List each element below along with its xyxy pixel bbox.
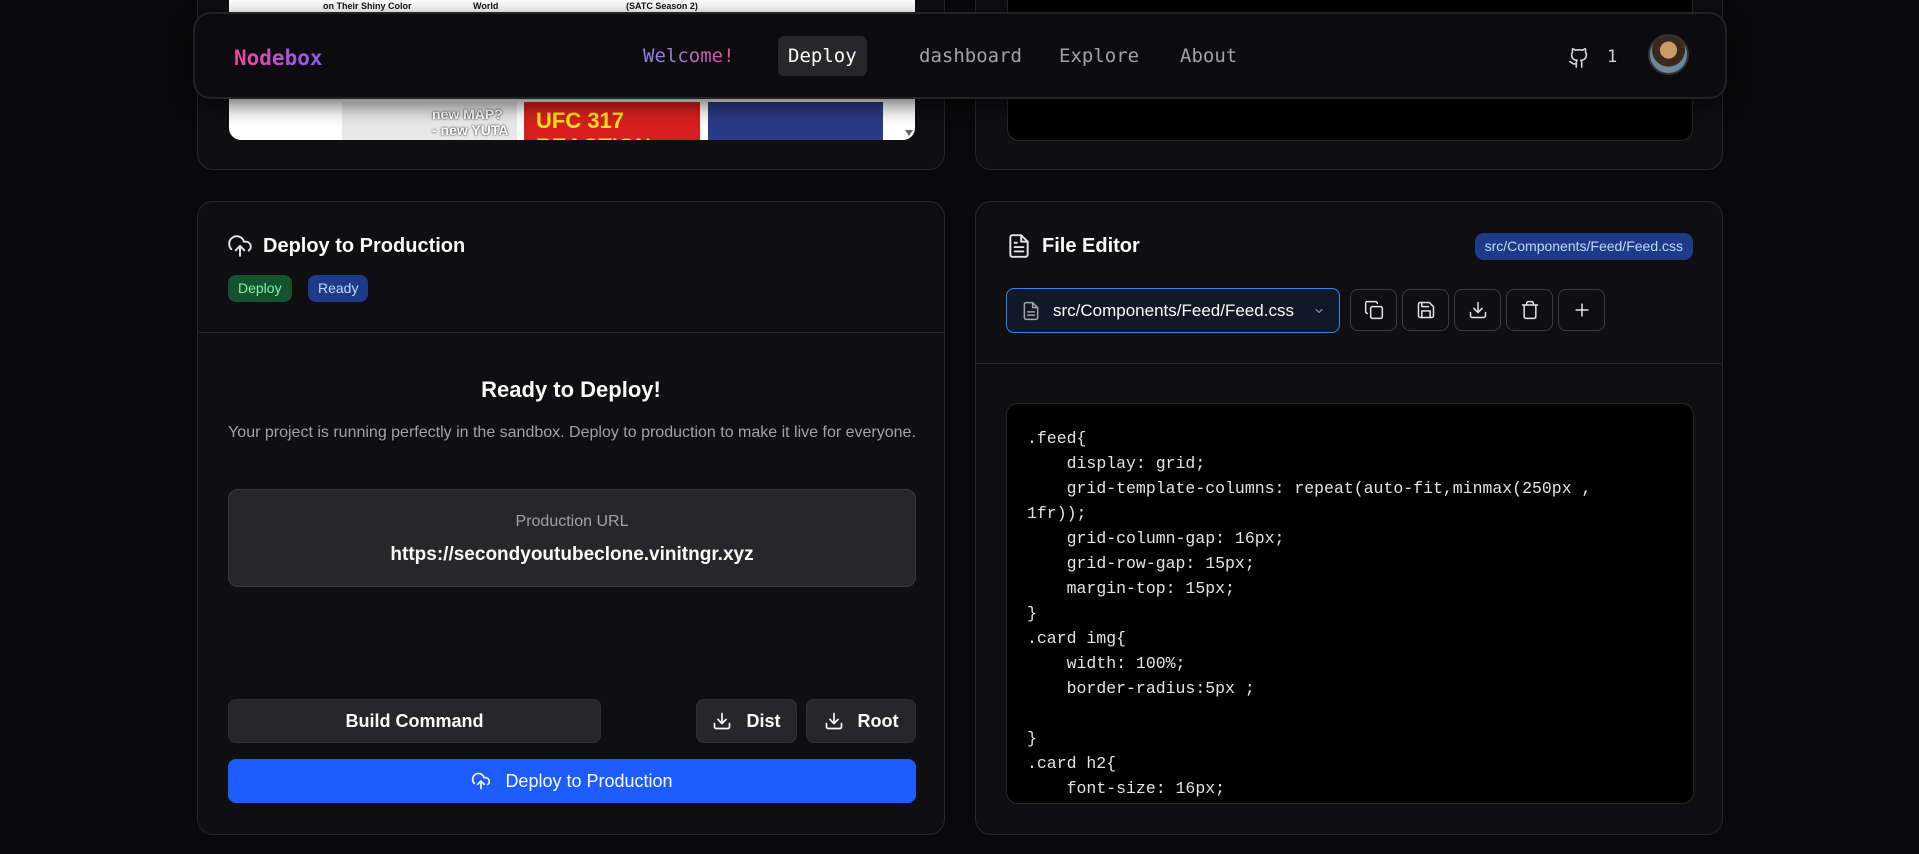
download-root-button[interactable]: Root: [806, 699, 916, 743]
file-text-icon: [1009, 234, 1029, 258]
preview-caption: (SATC Season 2): [626, 1, 698, 11]
save-icon: [1417, 301, 1434, 319]
brand-logo[interactable]: Nodebox: [234, 46, 323, 70]
download-file-button[interactable]: [1454, 289, 1501, 331]
nav-dashboard[interactable]: dashboard: [909, 36, 1032, 76]
file-path-badge: src/Components/Feed/Feed.css: [1474, 233, 1693, 260]
ready-description: Your project is running perfectly in the…: [228, 424, 916, 441]
thumbnail-text: UFC 317 REACTION: [536, 108, 651, 140]
cloud-upload-icon: [228, 235, 252, 257]
user-avatar[interactable]: [1648, 34, 1689, 75]
preview-caption: on Their Shiny Color: [323, 1, 412, 11]
copy-icon: [1364, 300, 1383, 320]
divider: [198, 332, 944, 333]
github-icon[interactable]: [1568, 47, 1590, 69]
file-select-dropdown[interactable]: src/Components/Feed/Feed.css: [1006, 288, 1340, 333]
nav-explore[interactable]: Explore: [1049, 36, 1149, 76]
status-badge: Deploy: [228, 275, 292, 302]
save-button[interactable]: [1402, 289, 1449, 331]
copy-button[interactable]: [1350, 289, 1397, 331]
nav-deploy[interactable]: Deploy: [778, 36, 867, 76]
scroll-down-arrow[interactable]: [905, 130, 913, 136]
video-thumbnail[interactable]: UFC 317 REACTION: [524, 102, 700, 140]
selected-file-label: src/Components/Feed/Feed.css: [1053, 300, 1294, 320]
video-thumbnail[interactable]: new MAP? - new YUTA: [342, 102, 517, 140]
deploy-card: Deploy to Production Deploy Ready Ready …: [197, 201, 945, 835]
code-editor[interactable]: .feed{ display: grid; grid-template-colu…: [1006, 403, 1694, 804]
plus-icon: [1574, 303, 1589, 317]
github-star-count: 1: [1607, 47, 1618, 67]
production-url-box: Production URL https://secondyoutubeclon…: [228, 489, 916, 587]
url-label: Production URL: [515, 513, 629, 530]
file-icon: [1023, 301, 1039, 320]
ready-heading: Ready to Deploy!: [481, 377, 661, 402]
root-label: Root: [857, 710, 899, 731]
nav-welcome[interactable]: Welcome!: [633, 36, 745, 76]
code-content: .feed{ display: grid; grid-template-colu…: [1027, 429, 1592, 798]
card-title: File Editor: [1042, 235, 1140, 257]
preview-caption: World: [473, 1, 499, 11]
file-editor-card: File Editor src/Components/Feed/Feed.css…: [975, 201, 1723, 835]
chevron-down-icon: [1315, 308, 1323, 313]
new-file-button[interactable]: [1558, 289, 1605, 331]
dist-label: Dist: [746, 710, 781, 731]
cloud-upload-icon: [472, 772, 491, 790]
download-icon: [714, 712, 731, 730]
deploy-label: Deploy to Production: [505, 770, 673, 791]
video-thumbnail[interactable]: [708, 102, 883, 140]
card-title: Deploy to Production: [263, 235, 466, 257]
download-icon: [825, 712, 842, 730]
deploy-to-production-button[interactable]: Deploy to Production: [228, 759, 916, 803]
divider: [976, 363, 1722, 364]
top-navbar: Nodebox Welcome! Deploy dashboard Explor…: [193, 12, 1727, 99]
nav-about[interactable]: About: [1170, 36, 1247, 76]
download-icon: [1469, 301, 1486, 319]
trash-icon: [1521, 300, 1538, 320]
delete-file-button[interactable]: [1506, 289, 1553, 331]
thumbnail-text: new MAP? - new YUTA: [432, 106, 509, 138]
build-command-label: Build Command: [345, 710, 484, 731]
status-badge: Ready: [308, 275, 369, 302]
production-url-link[interactable]: https://secondyoutubeclone.vinitngr.xyz: [229, 544, 915, 566]
download-dist-button[interactable]: Dist: [696, 699, 797, 743]
build-command-button[interactable]: Build Command: [228, 699, 601, 743]
